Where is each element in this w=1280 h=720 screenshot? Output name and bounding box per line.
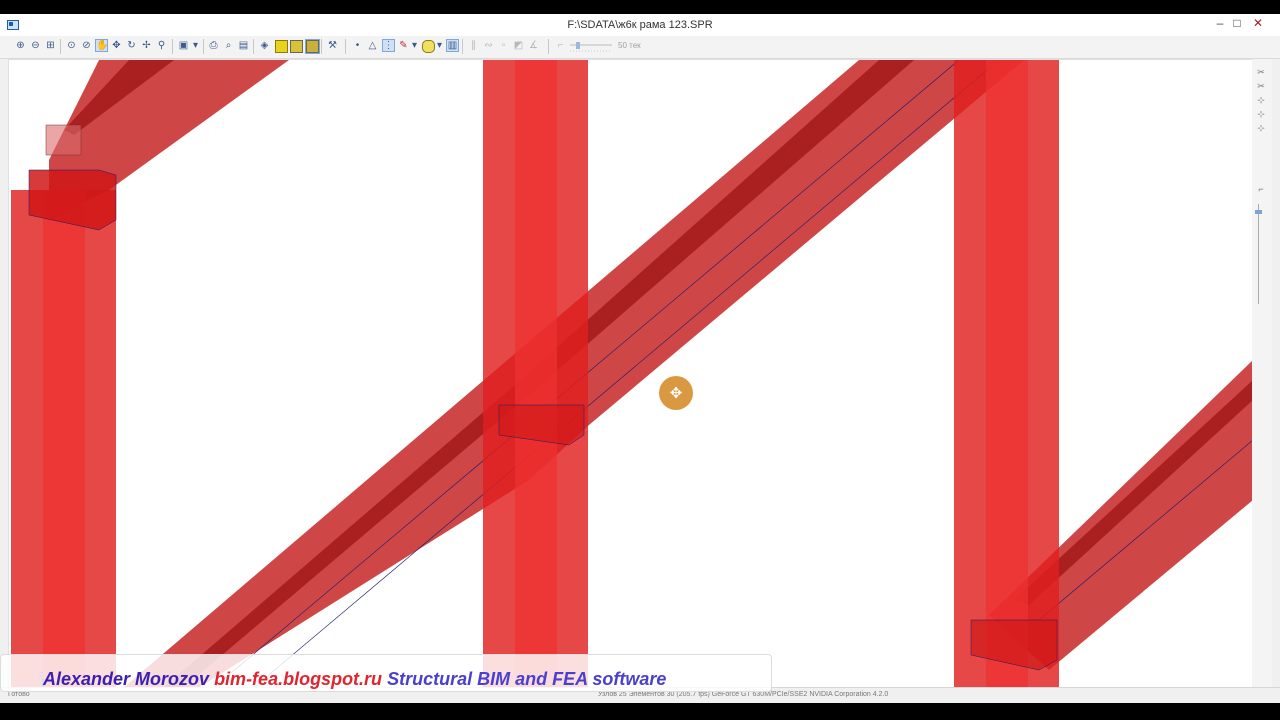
chevron-down-icon[interactable]: ▾: [190, 40, 201, 51]
model-viewport[interactable]: ✥ Z X Y: [8, 59, 1254, 701]
tool-icon[interactable]: ◩: [513, 40, 524, 51]
camera-icon[interactable]: ▣: [178, 40, 189, 51]
pencil-icon[interactable]: ✎: [398, 40, 409, 51]
scissors-icon[interactable]: ✂: [1256, 67, 1266, 77]
app-window: F:\SDATA\ж6к рама 123.SPR – □ ✕ ⊕ ⊖ ⊞ ⊙ …: [0, 14, 1280, 703]
orbit-icon[interactable]: ↻: [126, 40, 137, 51]
tool-icon[interactable]: ▫: [498, 40, 509, 51]
render-info: Узлов 25 Элементов 30 (205.7 fps) GeForc…: [598, 691, 889, 698]
column-left-top: [45, 124, 82, 156]
hand-icon: ✥: [669, 385, 683, 402]
tool-icon[interactable]: ⊹: [1256, 109, 1266, 119]
zoom-out-icon[interactable]: ⊖: [30, 40, 41, 51]
tool-icon[interactable]: ∥: [468, 40, 479, 51]
toolbar-separator: [321, 39, 322, 54]
preview-icon[interactable]: ⌕: [223, 40, 234, 51]
pan-icon[interactable]: ✋: [95, 39, 108, 52]
close-button[interactable]: ✕: [1248, 14, 1268, 34]
scissors-icon[interactable]: ✂: [1256, 81, 1266, 91]
column-right-web: [986, 60, 1028, 700]
toolbar-separator: [462, 39, 463, 54]
node-icon[interactable]: •: [352, 40, 363, 51]
toolbar-separator: [60, 39, 61, 54]
triangle-icon[interactable]: △: [367, 40, 378, 51]
status-text: Готово: [8, 691, 30, 698]
zoom-window-icon[interactable]: ⊞: [45, 40, 56, 51]
cursor-rotate-icon: ✥: [659, 376, 693, 410]
zoom-dynamic-icon[interactable]: ⊘: [81, 40, 92, 51]
rotate-icon[interactable]: ✥: [111, 40, 122, 51]
shaded-view-icon[interactable]: [305, 39, 320, 54]
tool-icon[interactable]: ∾: [483, 40, 494, 51]
print-icon[interactable]: ⎙: [208, 40, 219, 51]
corner-icon[interactable]: ⌐: [555, 40, 566, 51]
layers-icon[interactable]: ▥: [446, 39, 459, 52]
beam-edge-line: [238, 60, 1000, 700]
zoom-extents-icon[interactable]: ⊙: [66, 40, 77, 51]
view-cube-icon[interactable]: ⚲: [156, 40, 167, 51]
toolbar-separator: [172, 39, 173, 54]
window-title: F:\SDATA\ж6к рама 123.SPR: [567, 19, 713, 31]
wire-view-icon[interactable]: [290, 40, 303, 53]
maximize-button[interactable]: □: [1227, 14, 1247, 34]
tool-icon[interactable]: ⌐: [1256, 184, 1266, 194]
column-middle-web: [515, 60, 557, 700]
author-name: Alexander Morozov: [43, 669, 210, 689]
hammer-icon[interactable]: ⚒: [327, 40, 338, 51]
toolbar-separator: [548, 39, 549, 54]
iso-view-icon[interactable]: ◈: [259, 40, 270, 51]
column-left-web: [43, 190, 85, 700]
main-toolbar: ⊕ ⊖ ⊞ ⊙ ⊘ ✋ ✥ ↻ ✢ ⚲ ▣ ▾ ⎙ ⌕ ▤ ◈ ⚒ • △ ⋮ …: [0, 36, 1280, 59]
tool-icon[interactable]: ⊹: [1256, 123, 1266, 133]
tool-icon[interactable]: ∡: [528, 40, 539, 51]
grid-snap-icon[interactable]: ⋮: [382, 39, 395, 52]
toolbar-separator: [203, 39, 204, 54]
blog-url: bim-fea.blogspot.ru: [214, 669, 383, 689]
solid-view-icon[interactable]: [275, 40, 288, 53]
title-bar: F:\SDATA\ж6к рама 123.SPR – □ ✕: [0, 14, 1280, 37]
document-icon[interactable]: ▤: [238, 40, 249, 51]
watermark-line: Alexander Morozov bim-fea.blogspot.ru St…: [43, 669, 666, 690]
zoom-label: 50 тек: [618, 41, 641, 50]
frame-3d-model[interactable]: [9, 60, 1253, 700]
toolbar-separator: [253, 39, 254, 54]
vertical-slider-thumb[interactable]: [1255, 210, 1262, 214]
tool-icon[interactable]: ⊹: [1256, 95, 1266, 105]
right-toolbar: ✂ ✂ ⊹ ⊹ ⊹ ⌐: [1252, 59, 1272, 699]
zoom-in-icon[interactable]: ⊕: [15, 40, 26, 51]
chevron-down-icon[interactable]: ▾: [434, 40, 445, 51]
chevron-down-icon[interactable]: ▾: [409, 40, 420, 51]
zoom-slider[interactable]: [570, 40, 614, 54]
toolbar-separator: [345, 39, 346, 54]
center-icon[interactable]: ✢: [141, 40, 152, 51]
watermark-banner: Alexander Morozov bim-fea.blogspot.ru St…: [0, 654, 772, 692]
vertical-slider-track[interactable]: [1258, 204, 1259, 304]
tagline: Structural BIM and FEA software: [387, 669, 667, 689]
